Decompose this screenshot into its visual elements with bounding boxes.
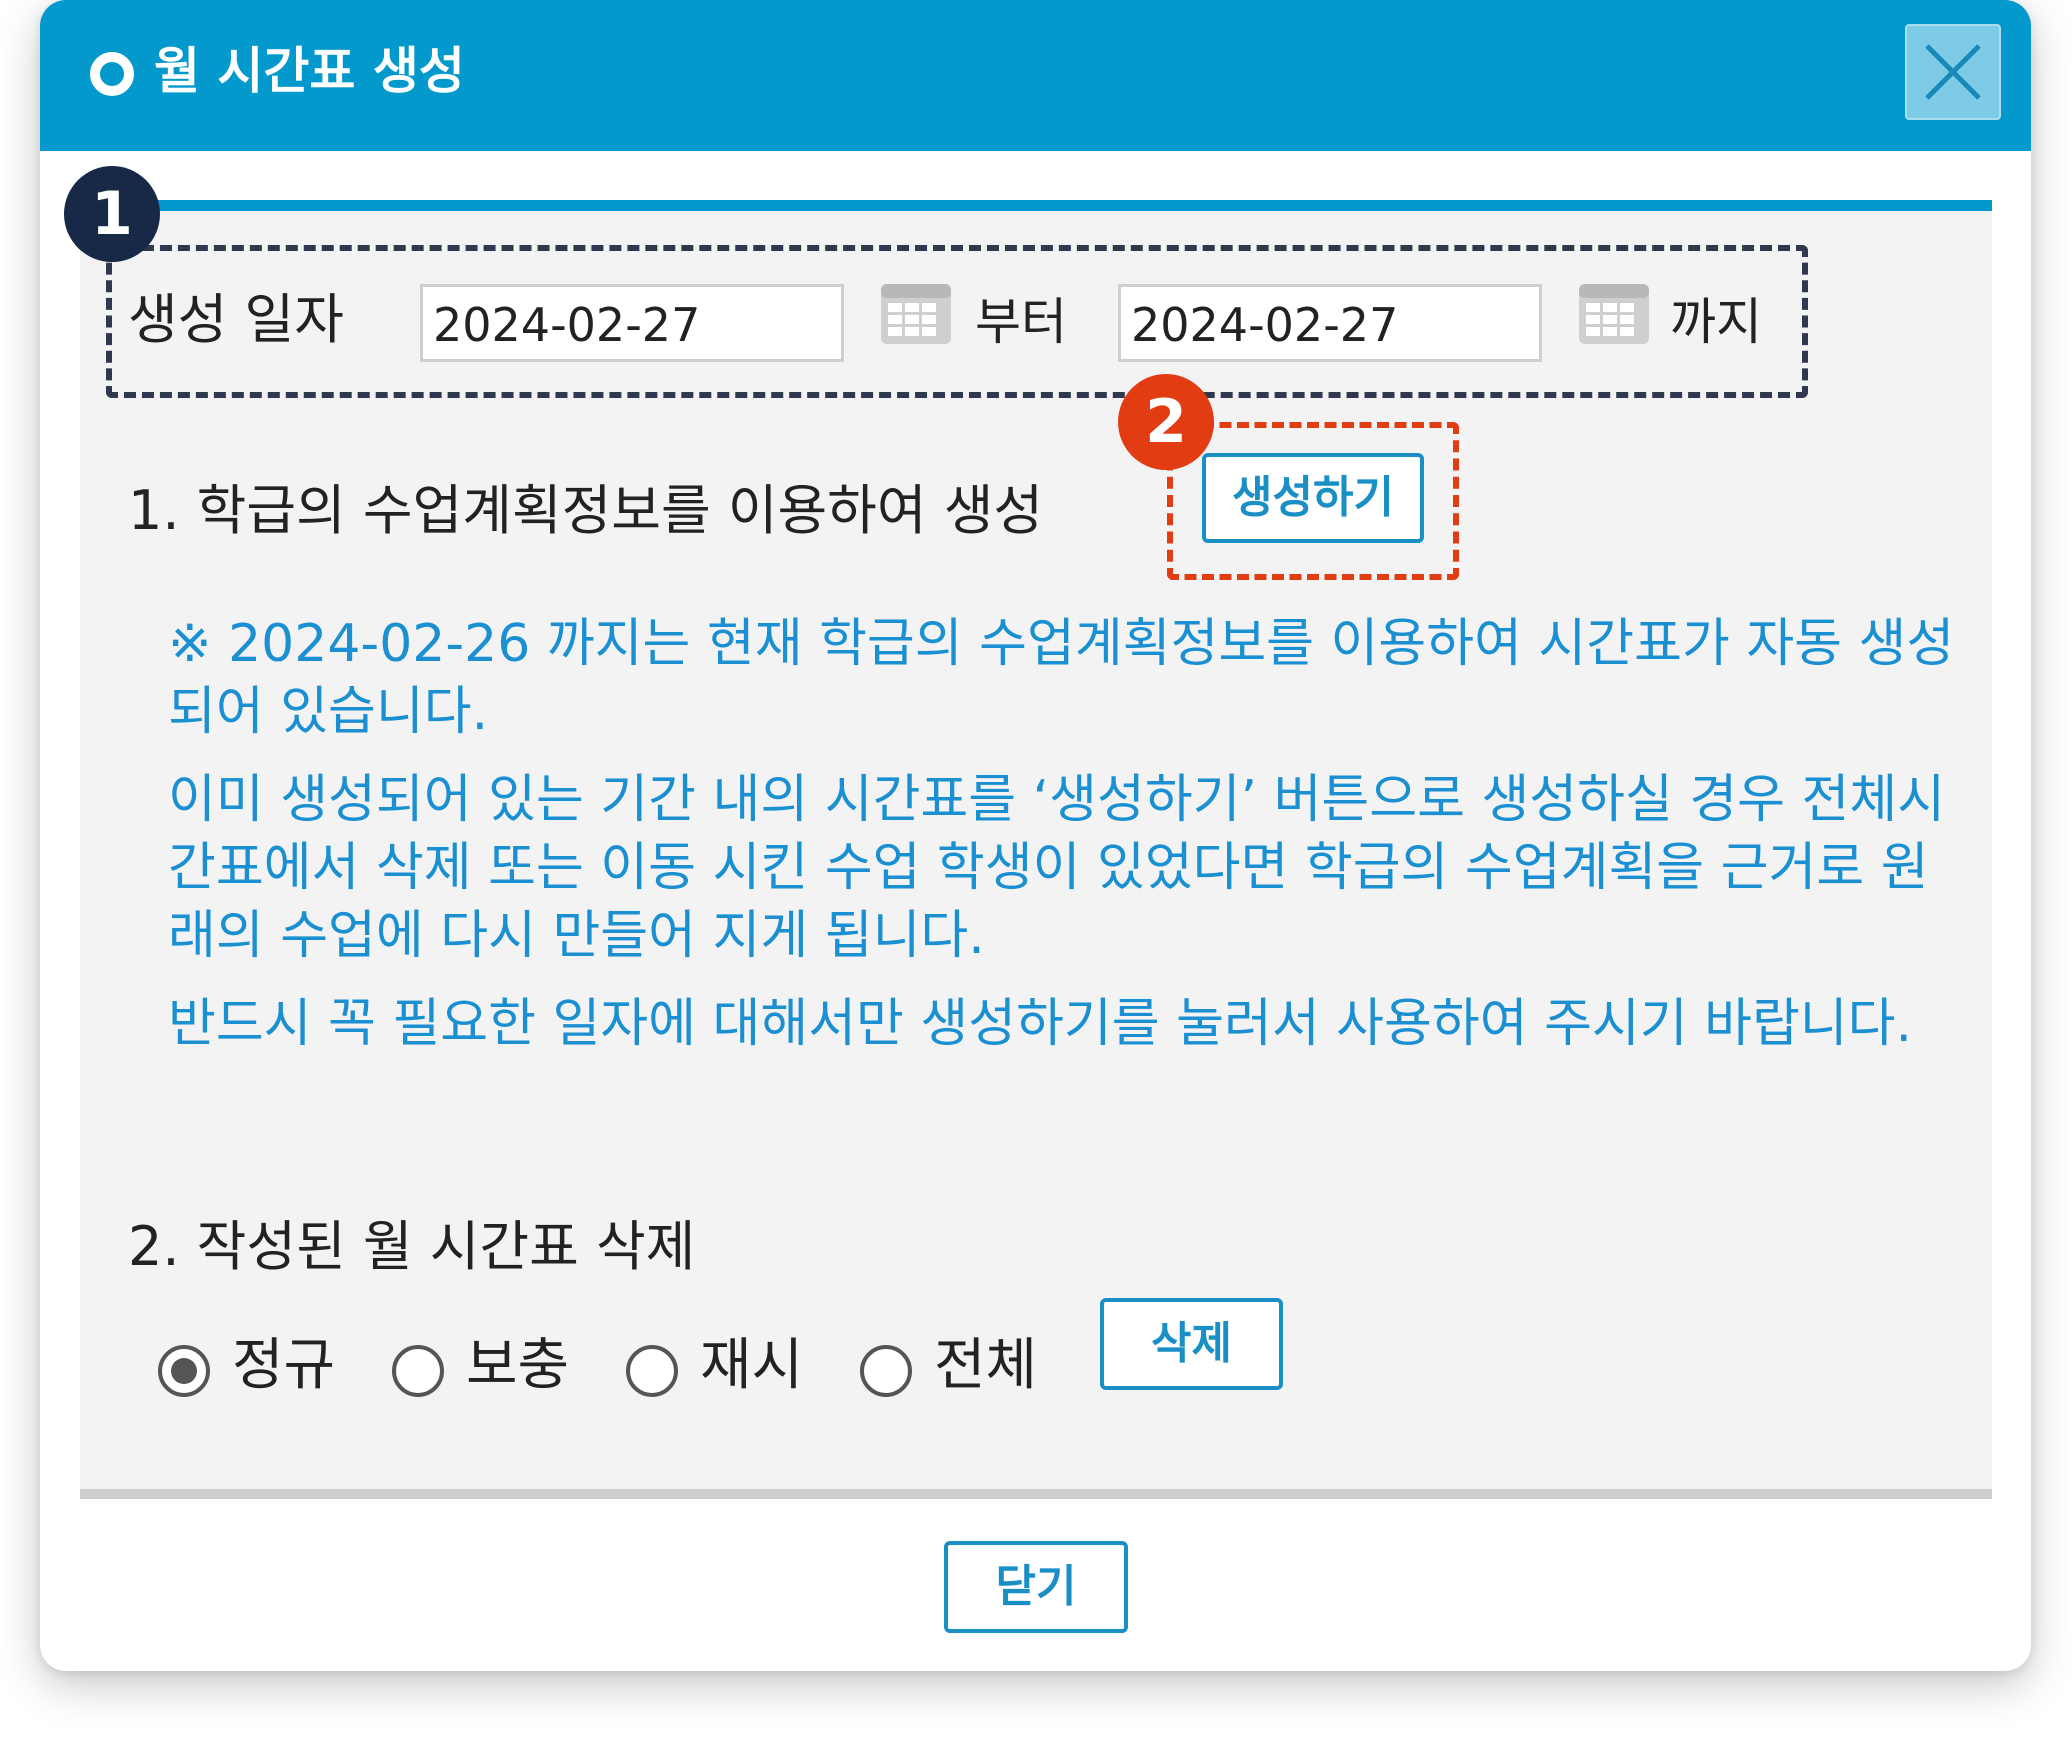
delete-button[interactable]: 삭제 [1100, 1298, 1283, 1390]
timetable-create-dialog: 월 시간표 생성 1 생성 일자 2024-02-27 부터 2024-02-2… [40, 0, 2031, 1671]
title-bullet-icon [90, 52, 134, 96]
radio-button[interactable] [626, 1345, 678, 1397]
close-icon [1925, 44, 1981, 100]
calendar-icon[interactable] [1578, 283, 1650, 345]
radio-label: 보충 [466, 1333, 570, 1398]
radio-label: 정규 [232, 1333, 336, 1398]
step-badge-1: 1 [64, 166, 160, 262]
section1-title: 1. 학급의 수업계획정보를 이용하여 생성 [128, 479, 1044, 542]
radio-label: 재시 [700, 1333, 804, 1398]
section2-title: 2. 작성된 월 시간표 삭제 [128, 1215, 696, 1278]
start-date-input[interactable]: 2024-02-27 [420, 284, 844, 362]
to-label: 까지 [1670, 293, 1762, 351]
step-badge-2: 2 [1118, 374, 1214, 470]
dialog-title: 월 시간표 생성 [154, 42, 465, 100]
radio-label: 전체 [934, 1333, 1038, 1398]
dialog-titlebar: 월 시간표 생성 [40, 0, 2031, 151]
close-button[interactable] [1905, 24, 2001, 120]
notice-auto-generated: ※ 2024-02-26 까지는 현재 학급의 수업계획정보를 이용하여 시간표… [168, 614, 1955, 742]
end-date-input[interactable]: 2024-02-27 [1118, 284, 1542, 362]
date-range-highlight [106, 245, 1808, 398]
date-range-label: 생성 일자 [128, 288, 344, 351]
radio-button[interactable] [860, 1345, 912, 1397]
notice-regenerate-warning: 이미 생성되어 있는 기간 내의 시간표를 ‘생성하기’ 버튼으로 생성하실 경… [168, 770, 1946, 966]
radio-button-checked[interactable] [158, 1345, 210, 1397]
notice-use-carefully: 반드시 꼭 필요한 일자에 대해서만 생성하기를 눌러서 사용하여 주시기 바랍… [168, 994, 1913, 1054]
radio-button[interactable] [392, 1345, 444, 1397]
calendar-icon[interactable] [880, 283, 952, 345]
from-label: 부터 [975, 293, 1067, 351]
create-button[interactable]: 생성하기 [1202, 453, 1424, 543]
close-dialog-button[interactable]: 닫기 [944, 1541, 1128, 1633]
